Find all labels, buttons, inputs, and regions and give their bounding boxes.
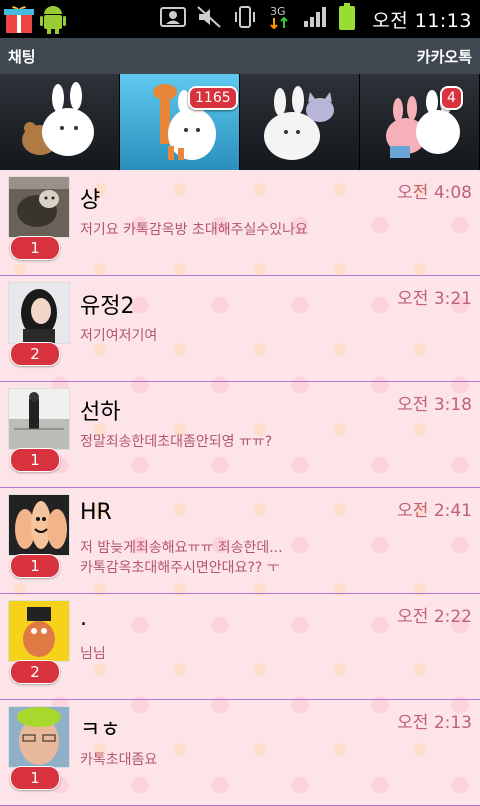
chat-time: 오전 2:13 [397, 713, 472, 733]
unread-count-badge: 1 [3, 554, 60, 578]
chat-message-preview: 저 밤늦게죄송해요ㅠㅠ 죄송한데... 카톡감옥초대해주시면안대요?? ㅜ [80, 540, 283, 576]
network-3g-icon: 3G [268, 4, 292, 34]
unread-count-badge: 2 [3, 660, 60, 684]
avatar [8, 176, 70, 238]
android-icon [38, 3, 68, 39]
chat-name: 유정2 [80, 294, 135, 319]
status-bar: 3G 오전 11:13 [0, 0, 480, 38]
chat-row[interactable]: 1 샹 오전 4:08 저기요 카톡감옥방 초대해주실수있나요 [0, 170, 480, 276]
tab-bunny-bear[interactable] [0, 74, 120, 170]
bunny-friends-sticker-icon [386, 90, 460, 158]
tab-badge: 1165 [188, 86, 238, 110]
chat-time: 오전 3:21 [397, 289, 472, 309]
bunny-cat-sticker-icon [264, 86, 334, 160]
chat-row[interactable]: 1 ㅋㅎ 오전 2:13 카톡초대좀요 [0, 700, 480, 806]
chat-row[interactable]: 2 유정2 오전 3:21 저기여저기여 [0, 276, 480, 382]
bunny-bear-sticker-icon [22, 82, 94, 156]
title-bar: 채팅 카카오톡 [0, 38, 480, 74]
signal-icon [302, 5, 328, 33]
chat-time: 오전 2:41 [397, 501, 472, 521]
chat-name: 샹 [80, 188, 101, 213]
battery-icon [338, 3, 356, 35]
chat-row[interactable]: 1 HR 오전 2:41 저 밤늦게죄송해요ㅠㅠ 죄송한데... 카톡감옥초대해… [0, 488, 480, 594]
chat-message-preview: 저기요 카톡감옥방 초대해주실수있나요 [80, 222, 308, 238]
chat-message-preview: 카톡초대좀요 [80, 752, 158, 768]
gift-app-icon [4, 3, 34, 39]
sticker-tab-bar: 1165 4 [0, 74, 480, 170]
unread-count-badge: 1 [3, 448, 60, 472]
chat-name: HR [80, 500, 112, 525]
chat-row[interactable]: 1 선하 오전 3:18 정말죄송한데초대좀안되영 ㅠㅠ? [0, 382, 480, 488]
status-time: 오전 11:13 [372, 9, 472, 32]
chat-message-preview: 님님 [80, 646, 106, 662]
tab-bunny-cat[interactable] [240, 74, 360, 170]
svg-text:3G: 3G [270, 5, 286, 18]
app-name: 카카오톡 [416, 48, 472, 66]
avatar [8, 388, 70, 450]
chat-name: ㅋㅎ [80, 718, 121, 743]
contact-card-icon [160, 6, 187, 32]
page-title: 채팅 [8, 48, 36, 66]
chat-time: 오전 3:18 [397, 395, 472, 415]
avatar [8, 282, 70, 344]
chat-list: 1 샹 오전 4:08 저기요 카톡감옥방 초대해주실수있나요 2 유정2 오전… [0, 170, 480, 806]
avatar [8, 494, 70, 556]
unread-count-badge: 1 [3, 766, 60, 790]
chat-name: . [80, 606, 87, 631]
chat-message-preview: 정말죄송한데초대좀안되영 ㅠㅠ? [80, 434, 273, 450]
unread-count-badge: 2 [3, 342, 60, 366]
tab-badge: 4 [440, 86, 463, 110]
chat-time: 오전 4:08 [397, 183, 472, 203]
mute-icon [196, 5, 222, 33]
chat-name: 선하 [80, 400, 121, 425]
chat-message-preview: 저기여저기여 [80, 328, 158, 344]
unread-count-badge: 1 [3, 236, 60, 260]
chat-row[interactable]: 2 . 오전 2:22 님님 [0, 594, 480, 700]
avatar [8, 706, 70, 768]
vibrate-icon [232, 5, 258, 33]
tab-bunny-friends[interactable]: 4 [360, 74, 480, 170]
tab-giraffe-bunny[interactable]: 1165 [120, 74, 240, 170]
chat-time: 오전 2:22 [397, 607, 472, 627]
avatar [8, 600, 70, 662]
